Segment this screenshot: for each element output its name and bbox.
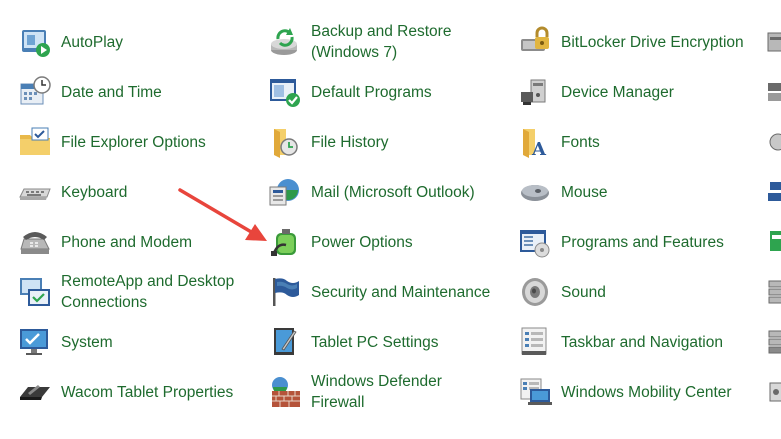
wacom-tablet-icon <box>18 375 52 409</box>
edge-icon-row4[interactable] <box>766 227 781 257</box>
edge-icon-row2[interactable] <box>766 127 781 157</box>
item-default-programs[interactable]: Default Programs <box>268 67 432 117</box>
item-taskbar-navigation[interactable]: Taskbar and Navigation <box>518 317 723 367</box>
item-firewall[interactable]: Windows Defender Firewall <box>268 367 442 417</box>
item-label: RemoteApp and Desktop Connections <box>61 273 235 311</box>
item-bitlocker[interactable]: BitLocker Drive Encryption <box>518 17 744 67</box>
item-mouse[interactable]: Mouse <box>518 167 608 217</box>
item-label: File History <box>311 133 389 151</box>
item-label: Taskbar and Navigation <box>561 333 723 351</box>
item-label: Sound <box>561 283 606 301</box>
item-fonts[interactable]: A Fonts <box>518 117 600 167</box>
mouse-icon <box>518 175 552 209</box>
sound-icon <box>518 275 552 309</box>
item-label: BitLocker Drive Encryption <box>561 33 744 51</box>
edge-icon-row7[interactable] <box>766 377 781 407</box>
item-label: AutoPlay <box>61 33 124 51</box>
item-label: System <box>61 333 113 351</box>
item-system[interactable]: System <box>18 317 113 367</box>
item-remoteapp[interactable]: RemoteApp and Desktop Connections <box>18 267 234 317</box>
item-backup-restore[interactable]: Backup and Restore (Windows 7) <box>268 17 451 67</box>
item-label: Windows Mobility Center <box>561 383 732 401</box>
item-wacom-tablet[interactable]: Wacom Tablet Properties <box>18 367 233 417</box>
tablet-pc-icon <box>268 325 302 359</box>
edge-icon-row5[interactable] <box>766 277 781 307</box>
item-security-maintenance[interactable]: Security and Maintenance <box>268 267 490 317</box>
item-label: Mouse <box>561 183 608 201</box>
edge-icon-row0[interactable] <box>766 27 781 57</box>
item-label: File Explorer Options <box>61 133 206 151</box>
default-programs-icon <box>268 75 302 109</box>
item-label: Backup and Restore (Windows 7) <box>311 23 452 61</box>
item-file-history[interactable]: File History <box>268 117 389 167</box>
bitlocker-icon <box>518 25 552 59</box>
taskbar-navigation-icon <box>518 325 552 359</box>
item-power-options[interactable]: Power Options <box>268 217 413 267</box>
item-label: Mail (Microsoft Outlook) <box>311 183 475 201</box>
backup-restore-icon <box>268 25 302 59</box>
item-label: Programs and Features <box>561 233 724 251</box>
date-time-icon <box>18 75 52 109</box>
remoteapp-icon <box>18 275 52 309</box>
item-phone-modem[interactable]: Phone and Modem <box>18 217 192 267</box>
item-label: Windows Defender Firewall <box>311 373 442 411</box>
edge-icon-row6[interactable] <box>766 327 781 357</box>
item-label: Wacom Tablet Properties <box>61 383 234 401</box>
item-sound[interactable]: Sound <box>518 267 606 317</box>
item-mobility-center[interactable]: Windows Mobility Center <box>518 367 732 417</box>
item-label: Phone and Modem <box>61 233 192 251</box>
mobility-center-icon <box>518 375 552 409</box>
file-explorer-options-icon <box>18 125 52 159</box>
item-label: Power Options <box>311 233 413 251</box>
svg-text:A: A <box>531 139 547 159</box>
keyboard-icon <box>18 175 52 209</box>
system-icon <box>18 325 52 359</box>
edge-icon-row3[interactable] <box>766 177 781 207</box>
phone-modem-icon <box>18 225 52 259</box>
item-label: Tablet PC Settings <box>311 333 439 351</box>
mail-icon <box>268 175 302 209</box>
power-options-icon <box>268 225 302 259</box>
item-file-explorer-options[interactable]: File Explorer Options <box>18 117 206 167</box>
control-panel-grid: AutoPlay Backup and Restore (Windows 7) … <box>0 0 781 439</box>
item-mail[interactable]: Mail (Microsoft Outlook) <box>268 167 475 217</box>
item-tablet-pc[interactable]: Tablet PC Settings <box>268 317 439 367</box>
edge-icon-row1[interactable] <box>766 77 781 107</box>
programs-features-icon <box>518 225 552 259</box>
item-label: Security and Maintenance <box>311 283 491 301</box>
item-date-time[interactable]: Date and Time <box>18 67 162 117</box>
file-history-icon <box>268 125 302 159</box>
item-autoplay[interactable]: AutoPlay <box>18 17 123 67</box>
security-maintenance-icon <box>268 275 302 309</box>
item-label: Fonts <box>561 133 600 151</box>
device-manager-icon <box>518 75 552 109</box>
item-label: Date and Time <box>61 83 162 101</box>
firewall-icon <box>268 375 302 409</box>
item-label: Device Manager <box>561 83 674 101</box>
item-keyboard[interactable]: Keyboard <box>18 167 127 217</box>
item-programs-features[interactable]: Programs and Features <box>518 217 724 267</box>
item-device-manager[interactable]: Device Manager <box>518 67 674 117</box>
item-label: Default Programs <box>311 83 432 101</box>
item-label: Keyboard <box>61 183 128 201</box>
autoplay-icon <box>18 25 52 59</box>
fonts-icon: A <box>518 125 552 159</box>
